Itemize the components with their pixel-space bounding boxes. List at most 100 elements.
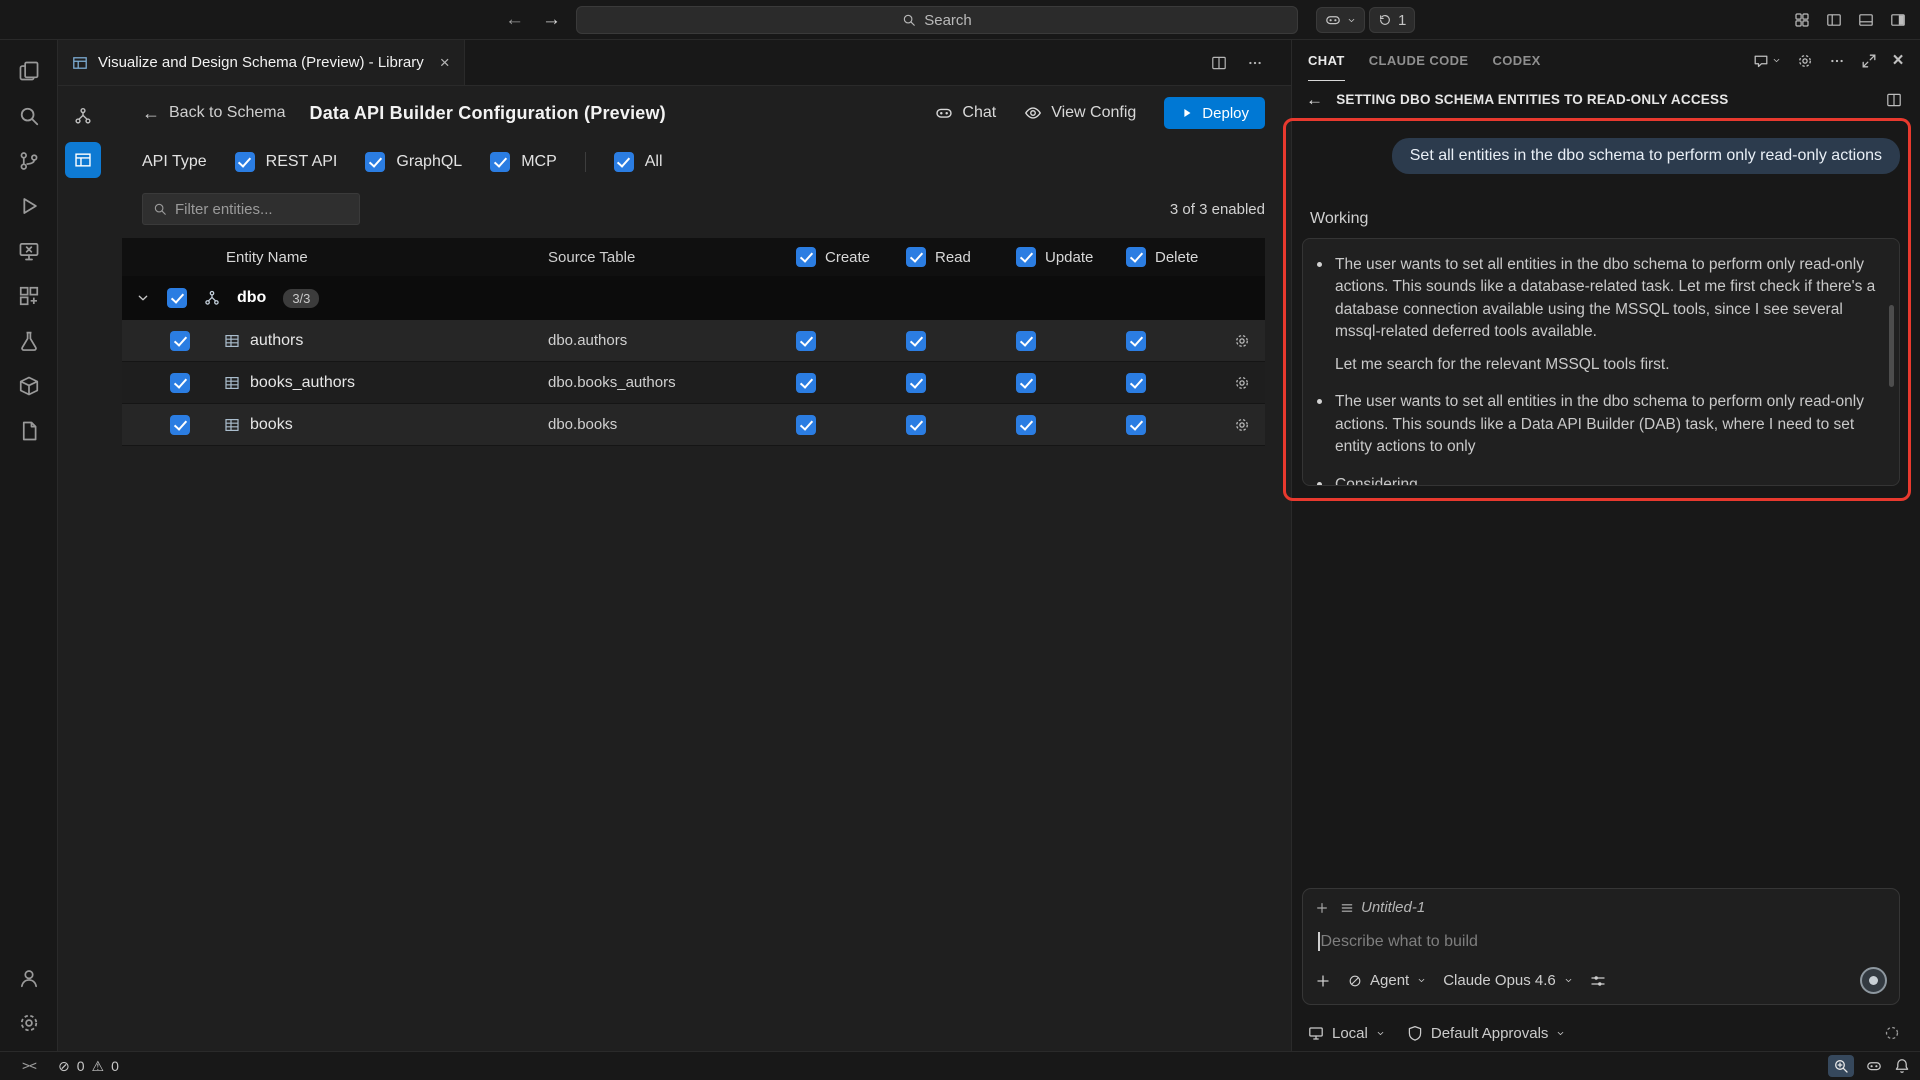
row-settings-gear-icon[interactable]: [1234, 333, 1250, 349]
hierarchy-icon: [74, 107, 92, 125]
activity-sql-projects[interactable]: [6, 363, 52, 408]
nav-forward-icon[interactable]: →: [542, 9, 561, 31]
api-config-view-button[interactable]: [65, 142, 101, 178]
monitor-icon: [1308, 1025, 1324, 1041]
search-input[interactable]: Search: [576, 6, 1298, 34]
schema-designer-view-button[interactable]: [65, 98, 101, 134]
expand-icon[interactable]: [1861, 53, 1877, 69]
model-picker[interactable]: Claude Opus 4.6: [1443, 972, 1573, 989]
chat-input-box[interactable]: Untitled-1 Describe what to build Agent: [1302, 888, 1900, 1005]
deploy-button[interactable]: Deploy: [1164, 97, 1265, 129]
editor-area: Visualize and Design Schema (Preview) - …: [58, 40, 1291, 1051]
table-config-icon: [74, 151, 92, 169]
nav-back-icon[interactable]: ←: [505, 9, 524, 31]
activity-extensions[interactable]: [6, 273, 52, 318]
activity-remote-explorer[interactable]: [6, 228, 52, 273]
all-checkbox[interactable]: [614, 152, 634, 172]
row-checkbox[interactable]: [170, 415, 190, 435]
update-checkbox[interactable]: [1016, 415, 1036, 435]
close-panel-icon[interactable]: ×: [1893, 50, 1905, 72]
delete-checkbox[interactable]: [1126, 331, 1146, 351]
api-option-mcp[interactable]: MCP: [490, 152, 557, 172]
copilot-menu-button[interactable]: [1316, 7, 1365, 33]
update-checkbox[interactable]: [1016, 331, 1036, 351]
api-option-graphql[interactable]: GraphQL: [365, 152, 462, 172]
more-actions-icon[interactable]: [1829, 53, 1845, 69]
tab-chat[interactable]: CHAT: [1308, 40, 1345, 81]
back-to-schema-link[interactable]: ← Back to Schema: [142, 103, 286, 124]
activity-run-debug[interactable]: [6, 183, 52, 228]
copilot-status-icon[interactable]: [1866, 1058, 1882, 1074]
activity-library[interactable]: [6, 408, 52, 453]
chat-settings-gear-icon[interactable]: [1797, 53, 1813, 69]
toggle-primary-sidebar-icon[interactable]: [1826, 12, 1842, 28]
api-option-all[interactable]: All: [614, 152, 663, 172]
tools-sliders-icon[interactable]: [1590, 973, 1606, 989]
graphql-checkbox[interactable]: [365, 152, 385, 172]
delete-checkbox[interactable]: [1126, 373, 1146, 393]
row-checkbox[interactable]: [170, 331, 190, 351]
tab-claude-code[interactable]: CLAUDE CODE: [1369, 40, 1469, 81]
activity-explorer[interactable]: [6, 48, 52, 93]
remote-monitor-icon: [18, 240, 40, 262]
row-settings-gear-icon[interactable]: [1234, 375, 1250, 391]
update-all-checkbox[interactable]: [1016, 247, 1036, 267]
filter-entities-input[interactable]: Filter entities...: [142, 193, 360, 225]
tab-schema-designer[interactable]: Visualize and Design Schema (Preview) - …: [58, 40, 465, 85]
create-checkbox[interactable]: [796, 373, 816, 393]
remote-indicator[interactable]: ><: [0, 1059, 58, 1074]
add-context-icon[interactable]: [1315, 901, 1329, 915]
session-history-button[interactable]: 1: [1369, 7, 1415, 33]
approvals-picker[interactable]: Default Approvals: [1407, 1025, 1566, 1042]
account-button[interactable]: [6, 955, 52, 1000]
table-icon: [224, 333, 240, 349]
read-checkbox[interactable]: [906, 331, 926, 351]
tab-codex[interactable]: CODEX: [1493, 40, 1541, 81]
view-config-button[interactable]: View Config: [1024, 104, 1136, 122]
user-message: Set all entities in the dbo schema to pe…: [1392, 138, 1900, 174]
read-checkbox[interactable]: [906, 373, 926, 393]
send-button[interactable]: [1860, 967, 1887, 994]
delete-checkbox[interactable]: [1126, 415, 1146, 435]
new-chat-button[interactable]: [1753, 53, 1781, 69]
update-checkbox[interactable]: [1016, 373, 1036, 393]
activity-search[interactable]: [6, 93, 52, 138]
activity-source-control[interactable]: [6, 138, 52, 183]
api-option-rest[interactable]: REST API: [235, 152, 338, 172]
create-all-checkbox[interactable]: [796, 247, 816, 267]
delete-all-checkbox[interactable]: [1126, 247, 1146, 267]
zoom-status-button[interactable]: [1828, 1055, 1854, 1077]
activity-testing[interactable]: [6, 318, 52, 363]
mode-picker[interactable]: Agent: [1348, 972, 1426, 989]
row-settings-gear-icon[interactable]: [1234, 417, 1250, 433]
toggle-panel-icon[interactable]: [1858, 12, 1874, 28]
customize-layout-icon[interactable]: [1794, 12, 1810, 28]
tab-close-icon[interactable]: ×: [440, 53, 450, 73]
rest-api-checkbox[interactable]: [235, 152, 255, 172]
deploy-label: Deploy: [1202, 105, 1249, 122]
problems-indicator[interactable]: ⊘ 0 ⚠ 0: [58, 1058, 119, 1075]
back-arrow-icon[interactable]: ←: [1306, 90, 1323, 110]
toggle-secondary-sidebar-icon[interactable]: [1890, 12, 1906, 28]
attach-icon[interactable]: [1315, 973, 1331, 989]
read-all-checkbox[interactable]: [906, 247, 926, 267]
scrollbar-thumb[interactable]: [1889, 305, 1894, 387]
environment-picker[interactable]: Local: [1308, 1025, 1385, 1042]
notifications-bell-icon[interactable]: [1894, 1058, 1910, 1074]
schema-group-checkbox[interactable]: [167, 288, 187, 308]
row-checkbox[interactable]: [170, 373, 190, 393]
split-view-icon[interactable]: [1886, 92, 1902, 108]
graphql-label: GraphQL: [396, 153, 462, 171]
chat-button[interactable]: Chat: [935, 104, 996, 122]
create-checkbox[interactable]: [796, 415, 816, 435]
more-actions-icon[interactable]: [1247, 55, 1263, 71]
context-file-chip[interactable]: Untitled-1: [1340, 899, 1425, 916]
chevron-down-icon[interactable]: [136, 291, 150, 305]
mcp-checkbox[interactable]: [490, 152, 510, 172]
settings-button[interactable]: [6, 1000, 52, 1045]
split-editor-icon[interactable]: [1211, 55, 1227, 71]
create-checkbox[interactable]: [796, 331, 816, 351]
chat-text-input[interactable]: Describe what to build: [1315, 916, 1887, 959]
read-checkbox[interactable]: [906, 415, 926, 435]
schema-group-row[interactable]: dbo 3/3: [122, 276, 1265, 320]
